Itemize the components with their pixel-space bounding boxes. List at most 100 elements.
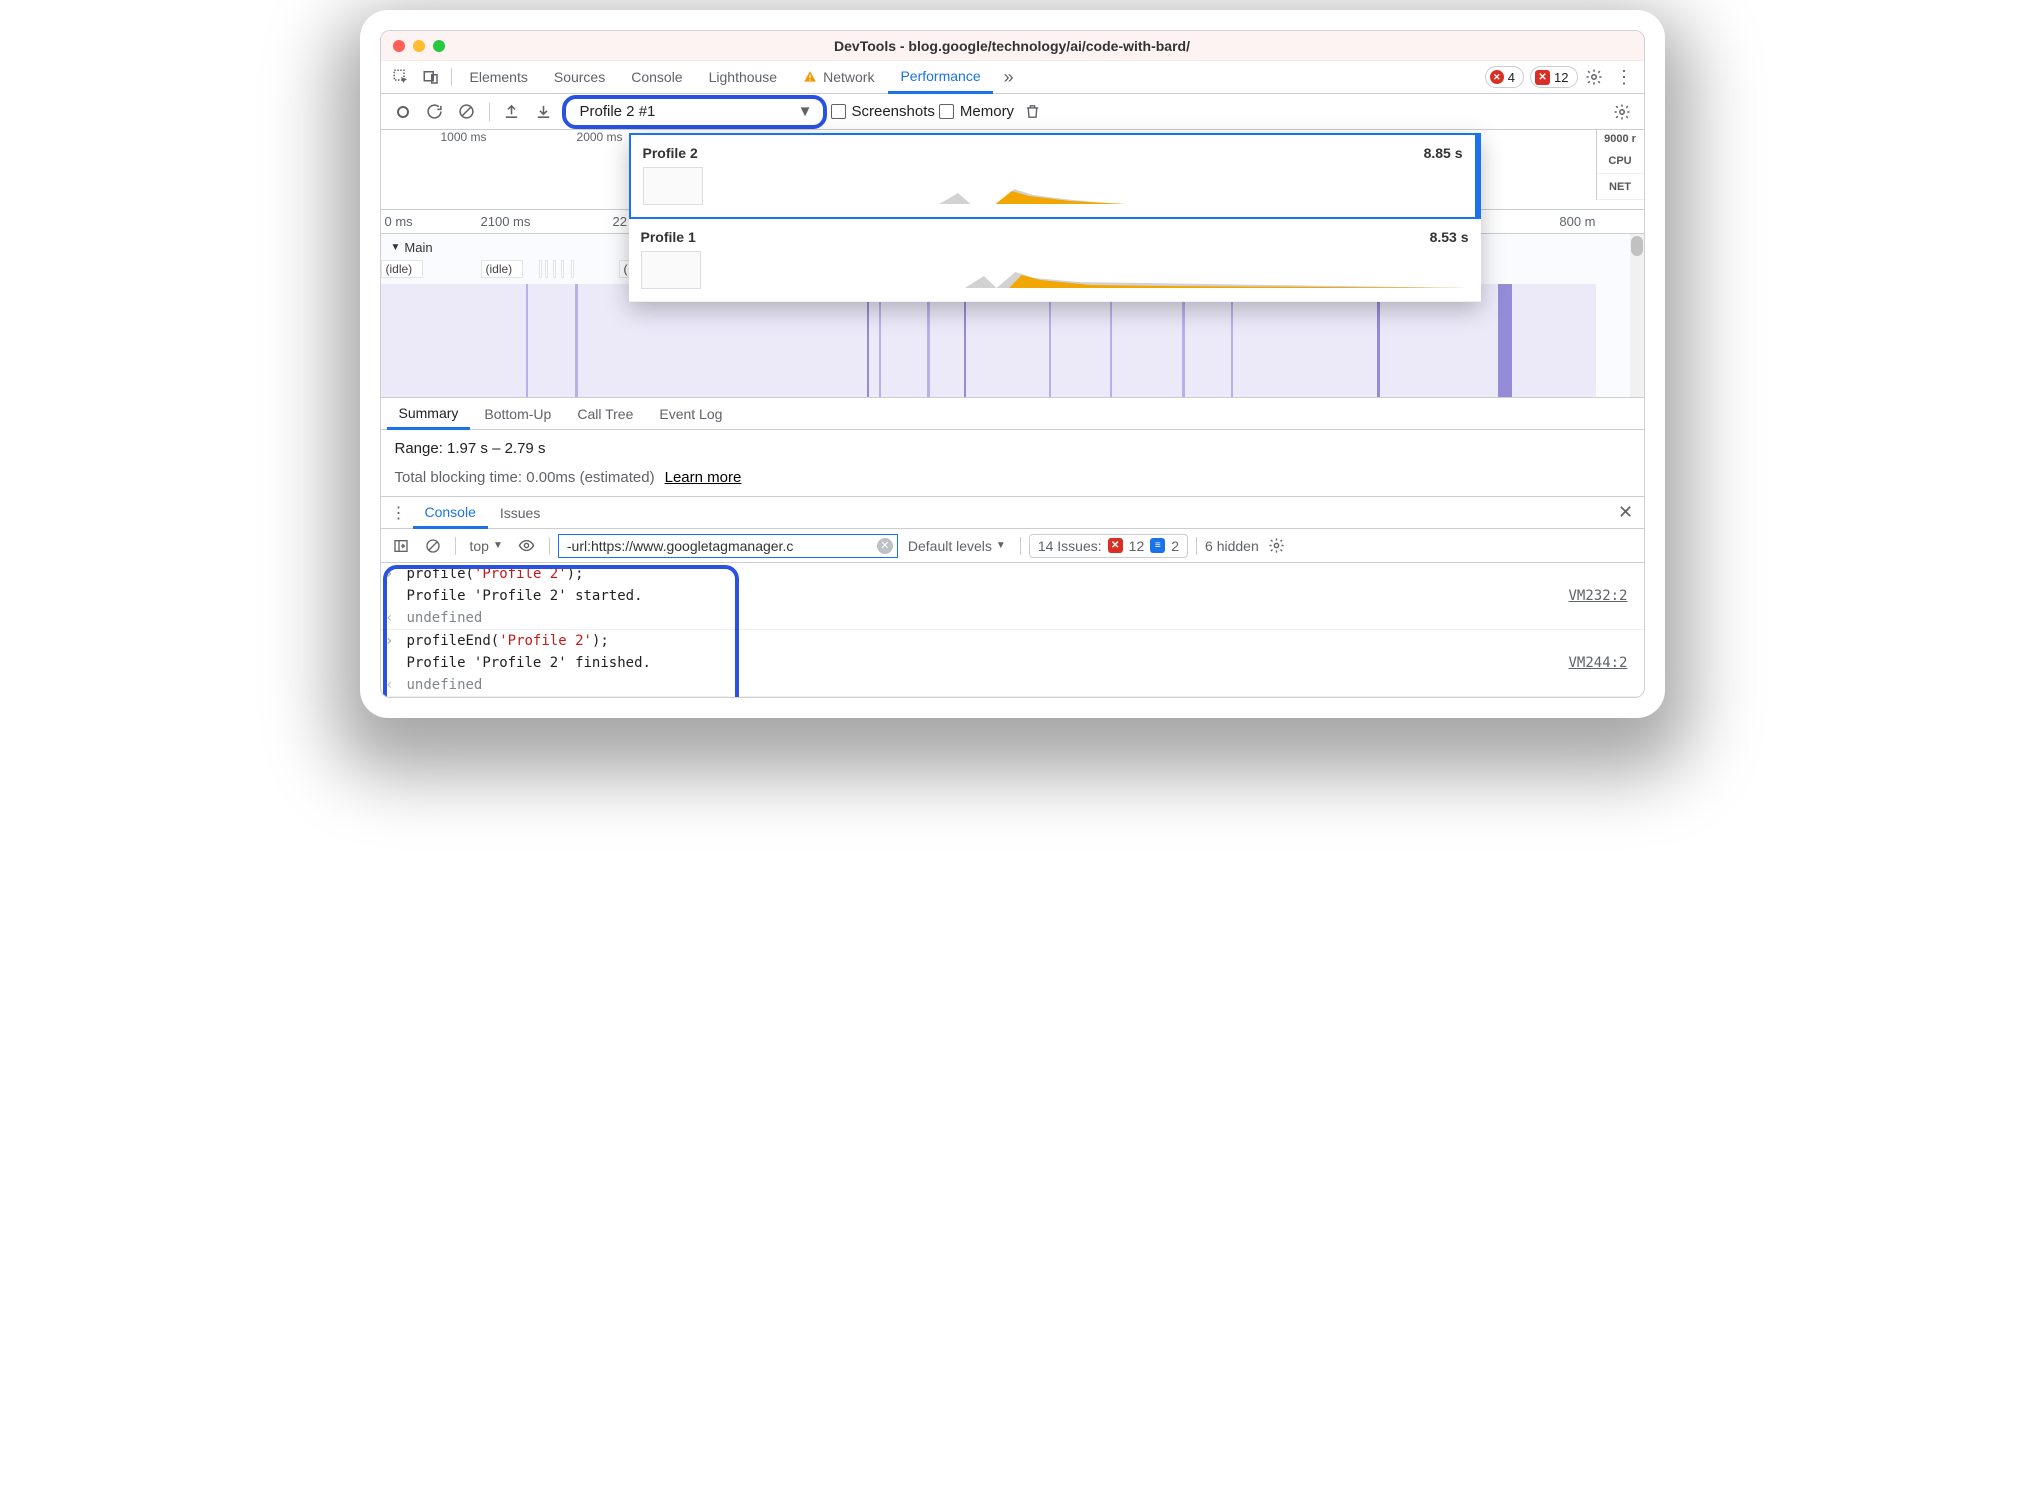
source-link[interactable]: VM232:2 — [1568, 588, 1637, 604]
issues-summary[interactable]: 14 Issues: ✕12 ≡2 — [1029, 534, 1188, 558]
tab-calltree[interactable]: Call Tree — [565, 398, 645, 429]
console-settings-gear-icon[interactable] — [1263, 532, 1291, 560]
overview-tick: 2000 ms — [577, 130, 623, 144]
error-icon: ✕ — [1108, 538, 1123, 553]
kebab-menu-icon[interactable]: ⋮ — [1610, 63, 1638, 91]
tab-elements[interactable]: Elements — [458, 61, 540, 93]
idle-block[interactable]: (idle) — [481, 260, 523, 278]
prompt-icon: › — [387, 633, 399, 649]
more-tabs-icon[interactable]: » — [995, 63, 1023, 91]
overview-net-label: NET — [1597, 174, 1644, 200]
drawer-tabstrip: ⋮ Console Issues ✕ — [381, 497, 1644, 529]
tab-eventlog[interactable]: Event Log — [647, 398, 734, 429]
tbt-text: Total blocking time: 0.00ms (estimated) — [395, 469, 655, 486]
inspect-element-icon[interactable] — [387, 63, 415, 91]
clear-filter-icon[interactable]: ✕ — [877, 538, 893, 554]
reload-record-button[interactable] — [421, 98, 449, 126]
profile-name: Profile 2 — [643, 145, 698, 161]
upload-profile-icon[interactable] — [498, 98, 526, 126]
result-icon: ‹ — [387, 677, 399, 693]
console-line[interactable]: › profileEnd('Profile 2'); — [381, 630, 1644, 652]
summary-pane: Range: 1.97 s – 2.79 s Total blocking ti… — [381, 430, 1644, 497]
range-text: Range: 1.97 s – 2.79 s — [395, 440, 1630, 457]
task-block[interactable] — [553, 260, 556, 278]
drawer-tab-issues[interactable]: Issues — [488, 497, 552, 528]
source-link[interactable]: VM244:2 — [1568, 655, 1637, 671]
tab-lighthouse[interactable]: Lighthouse — [697, 61, 790, 93]
learn-more-link[interactable]: Learn more — [665, 469, 742, 486]
task-block[interactable] — [571, 260, 574, 278]
console-output: › profile('Profile 2'); Profile 'Profile… — [381, 563, 1644, 697]
task-block[interactable] — [545, 260, 548, 278]
task-block[interactable] — [539, 260, 542, 278]
chevron-down-icon: ▼ — [798, 103, 813, 120]
console-line: Profile 'Profile 2' finished. VM244:2 — [381, 652, 1644, 674]
profile-thumbnail — [641, 251, 701, 289]
kebab-menu-icon[interactable]: ⋮ — [385, 499, 413, 527]
scrollbar[interactable] — [1630, 234, 1644, 397]
context-selector[interactable]: top ▼ — [464, 538, 509, 554]
panel-tabstrip: Elements Sources Console Lighthouse Netw… — [381, 61, 1644, 94]
clear-button[interactable] — [453, 98, 481, 126]
download-profile-icon[interactable] — [530, 98, 558, 126]
zoom-window-icon[interactable] — [433, 40, 445, 52]
console-line: ‹ undefined — [381, 674, 1644, 697]
profile-select-label: Profile 2 #1 — [580, 103, 656, 120]
screenshots-checkbox[interactable]: Screenshots — [831, 103, 935, 120]
issue-count-badge[interactable]: ✕12 — [1530, 66, 1577, 88]
task-block[interactable] — [561, 260, 564, 278]
profile-select[interactable]: Profile 2 #1 ▼ — [562, 95, 827, 129]
profile-thumbnail — [643, 167, 703, 205]
device-toolbar-icon[interactable] — [417, 63, 445, 91]
console-sidebar-toggle-icon[interactable] — [387, 532, 415, 560]
profile-sparkline — [713, 267, 1469, 289]
record-button[interactable] — [389, 98, 417, 126]
overview-cpu-label: CPU — [1597, 148, 1644, 174]
console-line[interactable]: › profile('Profile 2'); — [381, 563, 1644, 585]
capture-settings-gear-icon[interactable] — [1608, 98, 1636, 126]
memory-checkbox[interactable]: Memory — [939, 103, 1014, 120]
settings-gear-icon[interactable] — [1580, 63, 1608, 91]
tab-performance[interactable]: Performance — [888, 62, 992, 94]
window-title: DevTools - blog.google/technology/ai/cod… — [381, 38, 1644, 54]
overview-tick: 9000 r — [1597, 130, 1644, 148]
profile-sparkline — [715, 183, 1463, 205]
drawer-tab-console[interactable]: Console — [413, 498, 488, 529]
console-toolbar: top ▼ -url:https://www.googletagmanager.… — [381, 529, 1644, 563]
tab-network[interactable]: Network — [791, 61, 886, 93]
hidden-count[interactable]: 6 hidden — [1205, 538, 1259, 554]
performance-toolbar: Profile 2 #1 ▼ Screenshots Memory — [381, 94, 1644, 130]
result-icon: ‹ — [387, 610, 399, 626]
close-drawer-icon[interactable]: ✕ — [1612, 502, 1640, 523]
chevron-down-icon: ▼ — [493, 540, 503, 551]
minimize-window-icon[interactable] — [413, 40, 425, 52]
warning-icon — [803, 70, 817, 84]
profile-duration: 8.85 s — [1424, 145, 1463, 161]
prompt-icon: › — [387, 566, 399, 582]
profile-dropdown: Profile 2 8.85 s Profile 1 8.53 — [629, 133, 1481, 302]
main-track-label[interactable]: ▼ Main — [391, 240, 433, 255]
close-window-icon[interactable] — [393, 40, 405, 52]
tab-summary[interactable]: Summary — [387, 399, 471, 430]
profile-option[interactable]: Profile 2 8.85 s — [629, 133, 1481, 219]
console-line: ‹ undefined — [381, 607, 1644, 630]
tab-bottomup[interactable]: Bottom-Up — [472, 398, 563, 429]
devtools-window: DevTools - blog.google/technology/ai/cod… — [380, 30, 1645, 698]
profile-name: Profile 1 — [641, 229, 696, 245]
log-levels-selector[interactable]: Default levels ▼ — [902, 538, 1012, 554]
console-line: Profile 'Profile 2' started. VM232:2 — [381, 585, 1644, 607]
delete-profile-icon[interactable] — [1018, 98, 1046, 126]
profile-duration: 8.53 s — [1430, 229, 1469, 245]
titlebar: DevTools - blog.google/technology/ai/cod… — [381, 31, 1644, 61]
clear-console-icon[interactable] — [419, 532, 447, 560]
console-filter-input[interactable]: -url:https://www.googletagmanager.c ✕ — [558, 534, 898, 558]
live-expression-icon[interactable] — [513, 532, 541, 560]
tab-sources[interactable]: Sources — [542, 61, 617, 93]
details-tabstrip: Summary Bottom-Up Call Tree Event Log — [381, 398, 1644, 430]
idle-block[interactable]: (idle) — [381, 260, 423, 278]
chevron-down-icon: ▼ — [391, 242, 401, 253]
overview-tick: 1000 ms — [441, 130, 487, 144]
error-count-badge[interactable]: ✕4 — [1485, 66, 1524, 88]
profile-option[interactable]: Profile 1 8.53 s — [629, 219, 1481, 302]
tab-console[interactable]: Console — [619, 61, 694, 93]
